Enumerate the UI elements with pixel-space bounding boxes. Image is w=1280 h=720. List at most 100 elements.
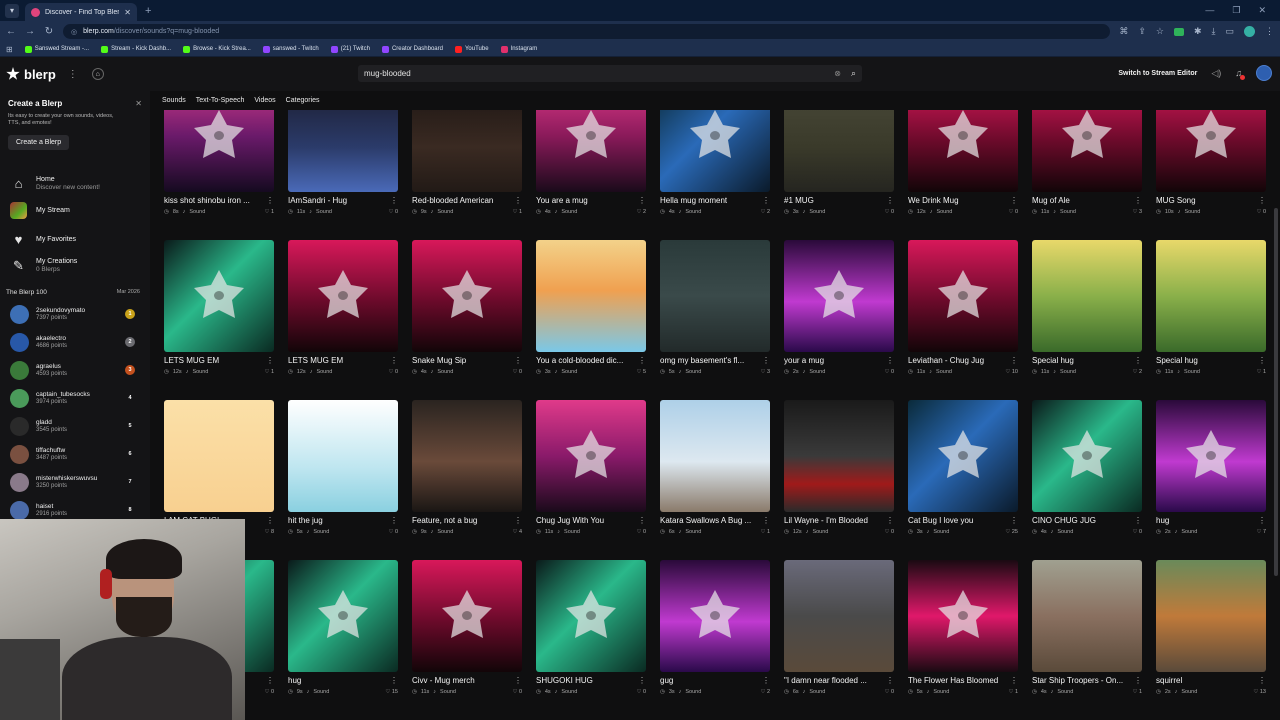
sound-card[interactable]: Red-blooded American ⋮ ◷ 9s ♪ Sound ♡ 1 bbox=[412, 110, 522, 215]
volume-icon[interactable]: ◁) bbox=[1211, 68, 1221, 79]
sound-thumbnail[interactable] bbox=[908, 240, 1018, 352]
more-options-icon[interactable]: ⋮ bbox=[762, 196, 770, 205]
profile-avatar[interactable] bbox=[1244, 26, 1255, 37]
sound-title[interactable]: kiss shot shinobu iron ... bbox=[164, 196, 250, 205]
maximize-icon[interactable]: ❐ bbox=[1232, 5, 1240, 16]
more-options-icon[interactable]: ⋮ bbox=[886, 356, 894, 365]
sound-thumbnail[interactable] bbox=[1156, 400, 1266, 512]
sound-title[interactable]: Mug of Ale bbox=[1032, 196, 1070, 205]
sound-thumbnail[interactable] bbox=[784, 560, 894, 672]
search-input[interactable] bbox=[364, 69, 835, 78]
more-options-icon[interactable]: ⋮ bbox=[514, 676, 522, 685]
sound-card[interactable]: LETS MUG EM ⋮ ◷ 12s ♪ Sound ♡ 1 bbox=[164, 240, 274, 375]
tab-sounds[interactable]: Sounds bbox=[160, 95, 188, 106]
more-options-icon[interactable]: ⋮ bbox=[886, 676, 894, 685]
sound-title[interactable]: You a cold-blooded dic... bbox=[536, 356, 623, 365]
sound-thumbnail[interactable] bbox=[784, 240, 894, 352]
sound-card[interactable]: Katara Swallows A Bug ... ⋮ ◷ 6s ♪ Sound ♡ 1 bbox=[660, 400, 770, 535]
sound-title[interactable]: MUG Song bbox=[1156, 196, 1196, 205]
more-options-icon[interactable]: ⋮ bbox=[390, 356, 398, 365]
close-icon[interactable]: ✕ bbox=[135, 99, 142, 108]
sound-thumbnail[interactable] bbox=[1156, 560, 1266, 672]
clear-search-icon[interactable]: ⊗ bbox=[834, 69, 841, 78]
sidepanel-icon[interactable]: ▭ bbox=[1225, 26, 1234, 37]
more-options-icon[interactable]: ⋮ bbox=[1134, 196, 1142, 205]
tab-search-icon[interactable]: ▾ bbox=[5, 3, 19, 18]
sound-card[interactable]: hug ⋮ ◷ 9s ♪ Sound ♡ 15 bbox=[288, 560, 398, 695]
sound-thumbnail[interactable] bbox=[1032, 240, 1142, 352]
minimize-icon[interactable]: — bbox=[1205, 5, 1214, 16]
more-options-icon[interactable]: ⋮ bbox=[762, 516, 770, 525]
reload-icon[interactable]: ↻ bbox=[44, 26, 54, 37]
more-options-icon[interactable]: ⋮ bbox=[1010, 516, 1018, 525]
sound-card[interactable]: hit the jug ⋮ ◷ 5s ♪ Sound ♡ 0 bbox=[288, 400, 398, 535]
leaderboard-row[interactable]: misterwhiskerswuvsu 3250 points 7 bbox=[10, 470, 135, 494]
close-icon[interactable]: ✕ bbox=[124, 8, 131, 17]
sound-thumbnail[interactable] bbox=[412, 400, 522, 512]
sound-title[interactable]: Hella mug moment bbox=[660, 196, 727, 205]
sound-title[interactable]: SHUGOKI HUG bbox=[536, 676, 593, 685]
bookmark-item[interactable]: Sanswed Stream -... bbox=[24, 45, 89, 53]
more-options-icon[interactable]: ⋮ bbox=[762, 676, 770, 685]
more-options-icon[interactable]: ⋮ bbox=[762, 356, 770, 365]
sound-card[interactable]: hug ⋮ ◷ 2s ♪ Sound ♡ 7 bbox=[1156, 400, 1266, 535]
sound-card[interactable]: omg my basement's fl... ⋮ ◷ 5s ♪ Sound ♡ 3 bbox=[660, 240, 770, 375]
sound-card[interactable]: Lil Wayne - I'm Blooded ⋮ ◷ 12s ♪ Sound ♡ 0 bbox=[784, 400, 894, 535]
sound-title[interactable]: We Drink Mug bbox=[908, 196, 959, 205]
sound-thumbnail[interactable] bbox=[164, 110, 274, 192]
sound-thumbnail[interactable] bbox=[660, 560, 770, 672]
more-menu-icon[interactable]: ⋮ bbox=[68, 69, 78, 80]
sound-thumbnail[interactable] bbox=[412, 240, 522, 352]
sound-thumbnail[interactable] bbox=[164, 240, 274, 352]
sound-card[interactable]: MUG Song ⋮ ◷ 10s ♪ Sound ♡ 0 bbox=[1156, 110, 1266, 215]
more-options-icon[interactable]: ⋮ bbox=[886, 196, 894, 205]
sound-title[interactable]: Special hug bbox=[1156, 356, 1198, 365]
more-options-icon[interactable]: ⋮ bbox=[638, 676, 646, 685]
sound-card[interactable]: IAmSandri - Hug ⋮ ◷ 11s ♪ Sound ♡ 0 bbox=[288, 110, 398, 215]
translate-icon[interactable]: ⌘ bbox=[1119, 26, 1128, 37]
sound-title[interactable]: Civv - Mug merch bbox=[412, 676, 475, 685]
sound-title[interactable]: You are a mug bbox=[536, 196, 588, 205]
window-close-icon[interactable]: ✕ bbox=[1258, 5, 1266, 16]
bookmark-item[interactable]: Browse - Kick Strea... bbox=[183, 45, 251, 53]
sound-title[interactable]: Chug Jug With You bbox=[536, 516, 604, 525]
sound-title[interactable]: Lil Wayne - I'm Blooded bbox=[784, 516, 868, 525]
sound-card[interactable]: You are a mug ⋮ ◷ 4s ♪ Sound ♡ 2 bbox=[536, 110, 646, 215]
more-options-icon[interactable]: ⋮ bbox=[266, 516, 274, 525]
sound-thumbnail[interactable] bbox=[1156, 240, 1266, 352]
bookmark-star-icon[interactable]: ☆ bbox=[1156, 26, 1164, 37]
user-avatar[interactable] bbox=[1256, 65, 1272, 81]
sound-card[interactable]: Leviathan - Chug Jug ⋮ ◷ 11s ♪ Sound ♡ 10 bbox=[908, 240, 1018, 375]
leaderboard-row[interactable]: gladd 3545 points 5 bbox=[10, 414, 135, 438]
bookmark-item[interactable]: sanswed - Twitch bbox=[262, 45, 319, 53]
more-options-icon[interactable]: ⋮ bbox=[1010, 356, 1018, 365]
sound-thumbnail[interactable] bbox=[288, 400, 398, 512]
notifications-bell-icon[interactable]: ♫ bbox=[1235, 68, 1245, 80]
more-options-icon[interactable]: ⋮ bbox=[1258, 356, 1266, 365]
sound-title[interactable]: LETS MUG EM bbox=[164, 356, 219, 365]
leaderboard-row[interactable]: akaelectro 4686 points 2 bbox=[10, 330, 135, 354]
sound-title[interactable]: "I damn near flooded ... bbox=[784, 676, 867, 685]
sound-title[interactable]: Cat Bug I love you bbox=[908, 516, 973, 525]
back-icon[interactable]: ← bbox=[6, 26, 16, 37]
sound-card[interactable]: The Flower Has Bloomed ⋮ ◷ 5s ♪ Sound ♡ 1 bbox=[908, 560, 1018, 695]
sidebar-item-my-creations[interactable]: ✎ My Creations 0 Blerps bbox=[10, 257, 77, 274]
sound-title[interactable]: Star Ship Troopers - On... bbox=[1032, 676, 1123, 685]
more-options-icon[interactable]: ⋮ bbox=[886, 516, 894, 525]
sound-card[interactable]: squirrel ⋮ ◷ 2s ♪ Sound ♡ 13 bbox=[1156, 560, 1266, 695]
sound-thumbnail[interactable] bbox=[536, 240, 646, 352]
sound-title[interactable]: gug bbox=[660, 676, 673, 685]
more-options-icon[interactable]: ⋮ bbox=[514, 516, 522, 525]
more-options-icon[interactable]: ⋮ bbox=[1010, 676, 1018, 685]
sound-title[interactable]: The Flower Has Bloomed bbox=[908, 676, 998, 685]
sound-thumbnail[interactable] bbox=[1156, 110, 1266, 192]
share-icon[interactable]: ⇪ bbox=[1138, 26, 1146, 37]
leaderboard-row[interactable]: agraelus 4593 points 3 bbox=[10, 358, 135, 382]
sound-card[interactable]: Feature, not a bug ⋮ ◷ 9s ♪ Sound ♡ 4 bbox=[412, 400, 522, 535]
sound-thumbnail[interactable] bbox=[1032, 560, 1142, 672]
browser-menu-icon[interactable]: ⋮ bbox=[1265, 26, 1274, 37]
more-options-icon[interactable]: ⋮ bbox=[266, 676, 274, 685]
sound-title[interactable]: hit the jug bbox=[288, 516, 323, 525]
sound-thumbnail[interactable] bbox=[1032, 400, 1142, 512]
bookmark-item[interactable]: YouTube bbox=[454, 45, 489, 53]
